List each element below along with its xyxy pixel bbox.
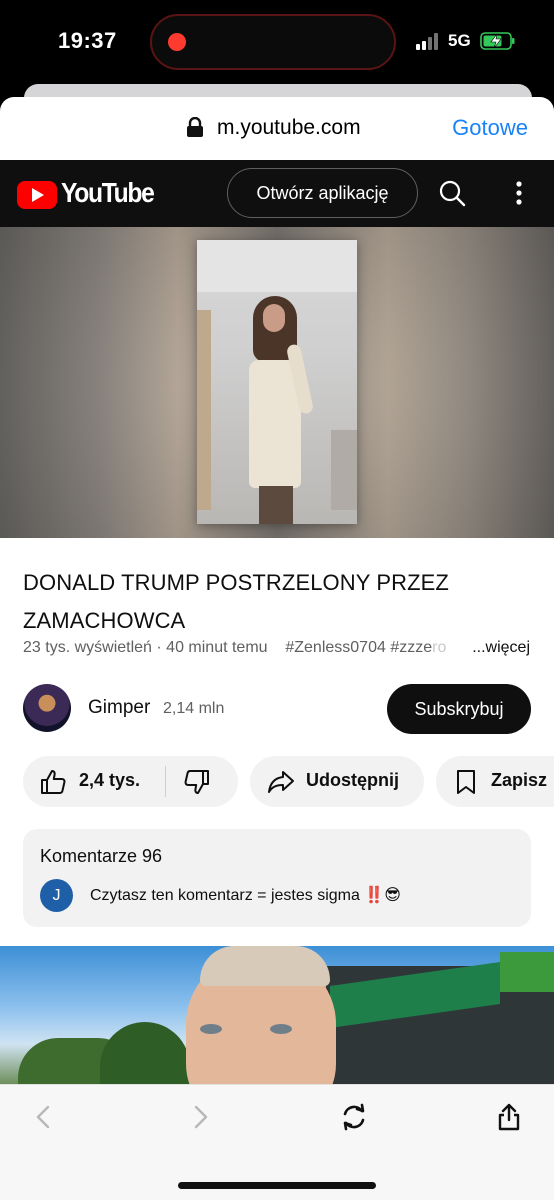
view-count: 23 tys. wyświetleń (23, 639, 152, 656)
youtube-header: YouTube Otwórz aplikację (0, 160, 554, 227)
network-type: 5G (448, 31, 471, 50)
dynamic-island[interactable] (150, 14, 396, 70)
share-label: Udostępnij (306, 770, 399, 790)
video-title[interactable]: DONALD TRUMP POSTRZELONY PRZEZ ZAMACHOWC… (23, 564, 533, 640)
reload-icon[interactable] (340, 1103, 368, 1131)
browser-url-bar: m.youtube.com Gotowe (0, 97, 554, 160)
browser-toolbar (0, 1084, 554, 1200)
more-options-icon[interactable] (508, 179, 530, 207)
youtube-logo-icon[interactable] (17, 181, 57, 209)
share-button[interactable]: Udostępnij (250, 756, 424, 807)
double-exclamation-emoji: ‼️ (364, 887, 385, 904)
search-icon[interactable] (438, 179, 466, 207)
share-icon[interactable] (495, 1103, 523, 1131)
share-arrow-icon (268, 771, 294, 793)
upload-age: 40 minut temu (166, 639, 268, 656)
like-divider (165, 766, 166, 797)
like-count[interactable]: 2,4 tys. (79, 770, 140, 791)
video-player[interactable] (0, 227, 554, 538)
lock-icon (187, 117, 203, 137)
channel-name[interactable]: Gimper (88, 697, 150, 719)
more-description-link[interactable]: ...więcej (470, 639, 530, 657)
comment-author-avatar: J (40, 879, 73, 912)
status-time: 19:37 (58, 28, 117, 53)
save-button[interactable]: Zapisz (436, 756, 554, 807)
bookmark-icon (457, 770, 475, 794)
home-indicator[interactable] (178, 1182, 376, 1189)
video-frame (197, 240, 357, 524)
youtube-logo-text[interactable]: YouTube (61, 177, 155, 209)
thumbs-up-icon[interactable] (39, 768, 67, 796)
like-dislike-group: 2,4 tys. (23, 756, 238, 807)
cellular-signal-icon (416, 32, 442, 50)
url-text[interactable]: m.youtube.com (217, 116, 361, 140)
chevron-left-icon[interactable] (30, 1103, 58, 1131)
next-video-thumbnail[interactable] (0, 946, 554, 1084)
status-bar: 19:37 5G (0, 0, 554, 84)
recording-indicator-icon (168, 33, 186, 51)
subscriber-count: 2,14 mln (163, 700, 225, 717)
battery-charging-icon (480, 32, 515, 50)
comments-header: Komentarze 96 (40, 846, 163, 866)
video-meta[interactable]: 23 tys. wyświetleń · 40 minut temu #Zenl… (23, 639, 538, 657)
done-button[interactable]: Gotowe (452, 115, 528, 141)
comment-text: Czytasz ten komentarz = jestes sigma (90, 887, 360, 904)
hashtags-faded: ro (432, 639, 447, 656)
sunglasses-emoji: 😎 (384, 887, 401, 904)
thumbs-down-icon[interactable] (183, 768, 211, 796)
chevron-right-icon[interactable] (186, 1103, 214, 1131)
subscribe-button[interactable]: Subskrybuj (387, 684, 531, 734)
hashtags[interactable]: #Zenless0704 #zzze (285, 639, 432, 656)
save-label: Zapisz (491, 770, 548, 790)
top-comment: Czytasz ten komentarz = jestes sigma ‼️😎 (90, 885, 401, 905)
comments-section[interactable]: Komentarze 96 J Czytasz ten komentarz = … (23, 829, 531, 927)
channel-avatar[interactable] (23, 684, 71, 732)
open-app-button[interactable]: Otwórz aplikację (227, 168, 418, 218)
video-details: DONALD TRUMP POSTRZELONY PRZEZ ZAMACHOWC… (0, 538, 554, 1084)
